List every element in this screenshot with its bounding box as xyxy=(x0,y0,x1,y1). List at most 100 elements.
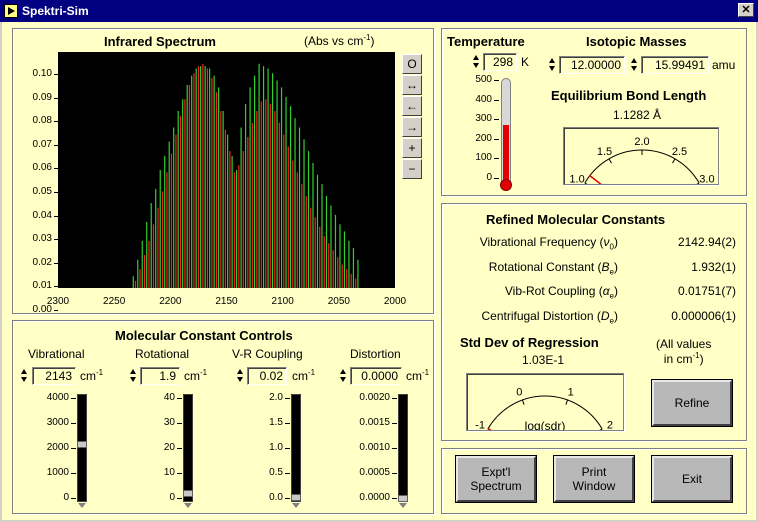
vr-coupling-scale-tick xyxy=(285,473,290,474)
y-tick-mark xyxy=(54,168,58,170)
stddev-label: Std Dev of Regression xyxy=(460,335,599,350)
scroll-right-tool[interactable]: → xyxy=(402,117,422,137)
distortion-input[interactable]: 0.0000 xyxy=(350,367,402,385)
rotational-slider[interactable] xyxy=(183,394,193,502)
vibrational-spinner[interactable] xyxy=(20,367,29,385)
y-tick-mark xyxy=(54,286,58,288)
distortion-scale-tick xyxy=(392,473,397,474)
pan-tool[interactable]: ↔ xyxy=(402,75,422,95)
refined-row-value: 2142.94(2) xyxy=(677,235,736,249)
vr-coupling-scale-tick xyxy=(285,398,290,399)
distortion-scale-label: 0.0010 xyxy=(359,442,390,453)
gauge-label: 2 xyxy=(607,420,613,431)
zoom-reset-tool[interactable]: O xyxy=(402,54,422,74)
mass2-spinner[interactable] xyxy=(630,56,639,74)
temperature-tick xyxy=(494,80,499,81)
vibrational-scale-tick xyxy=(71,473,76,474)
distortion-slider[interactable] xyxy=(398,394,408,502)
isotopes-label: Isotopic Masses xyxy=(586,34,687,49)
vr-coupling-scale-label: 1.0 xyxy=(269,442,283,453)
gauge-caption: log(sdr) xyxy=(525,419,566,430)
temperature-label: Temperature xyxy=(447,34,525,49)
vibrational-label: Vibrational xyxy=(28,347,85,361)
temperature-scale-label: 100 xyxy=(475,152,492,164)
gauge-label: 3.0 xyxy=(699,174,714,185)
refine-button[interactable]: Refine xyxy=(652,380,732,426)
zoom-in-tool[interactable]: + xyxy=(402,138,422,158)
app-icon xyxy=(4,4,18,18)
temperature-tick xyxy=(494,158,499,160)
vr-coupling-slider-arrow xyxy=(292,503,300,508)
vibrational-scale-tick xyxy=(71,448,76,449)
mass1-input[interactable]: 12.00000 xyxy=(559,56,625,74)
spectrum-units: (Abs vs cm-1) xyxy=(304,33,375,48)
rotational-input[interactable]: 1.9 xyxy=(140,367,180,385)
thermometer-fill xyxy=(503,124,509,185)
zoom-out-tool[interactable]: − xyxy=(402,159,422,179)
vibrational-slider-thumb[interactable] xyxy=(77,441,87,449)
refined-title: Refined Molecular Constants xyxy=(486,212,666,227)
vibrational-slider[interactable] xyxy=(77,394,87,502)
y-tick-mark xyxy=(54,192,58,193)
rotational-spinner[interactable] xyxy=(129,367,138,385)
vr-coupling-scale-label: 0.0 xyxy=(269,492,283,503)
gauge-label: -1 xyxy=(475,420,485,431)
distortion-scale-label: 0.0020 xyxy=(359,392,390,403)
temperature-input[interactable]: 298 xyxy=(483,53,517,71)
distortion-scale-label: 0.0000 xyxy=(359,492,390,503)
vibrational-input[interactable]: 2143 xyxy=(32,367,76,385)
distortion-scale-label: 0.0015 xyxy=(359,417,390,428)
main-window: Infrared Spectrum (Abs vs cm-1) 0.0 0 0.01… xyxy=(2,22,756,520)
distortion-slider-thumb[interactable] xyxy=(398,495,408,502)
refined-row-value: 0.000006(1) xyxy=(671,308,736,323)
y-tick-mark xyxy=(54,239,58,241)
vibrational-scale-label: 0 xyxy=(63,492,69,503)
temperature-scale-label: 400 xyxy=(475,93,492,105)
y-tick-mark xyxy=(54,97,58,99)
mass1-spinner[interactable] xyxy=(548,56,557,74)
bond-length-label: Equilibrium Bond Length xyxy=(551,88,707,103)
scroll-left-tool[interactable]: ← xyxy=(402,96,422,116)
vr-coupling-slider[interactable] xyxy=(291,394,301,502)
bond-length-meter: 1.0 1.5 2.0 2.5 3.0 xyxy=(563,127,719,186)
controls-title: Molecular Constant Controls xyxy=(115,328,293,343)
rotational-scale-tick xyxy=(177,473,182,474)
y-tick-label: 0.06 xyxy=(32,162,52,174)
print-window-button[interactable]: Print Window xyxy=(554,456,634,502)
spectrum-plot[interactable] xyxy=(58,52,395,288)
distortion-scale-label: 0.0005 xyxy=(359,467,390,478)
mass2-input[interactable]: 15.99491 xyxy=(641,56,709,74)
vr-coupling-input[interactable]: 0.02 xyxy=(247,367,287,385)
x-tick-label: 2150 xyxy=(215,296,238,307)
gauge-label: 2.0 xyxy=(634,136,649,148)
x-tick-label: 2100 xyxy=(271,296,294,307)
distortion-label: Distortion xyxy=(350,347,401,361)
gauge-needle xyxy=(589,175,602,185)
y-tick-label: 0.10 xyxy=(32,68,52,79)
close-button[interactable]: ✕ xyxy=(738,3,754,17)
vr-coupling-spinner[interactable] xyxy=(236,367,245,385)
rotational-label: Rotational xyxy=(135,347,190,361)
vr-coupling-scale-label: 0.5 xyxy=(269,467,283,478)
y-tick-label: 0.05 xyxy=(32,186,52,197)
x-tick-label: 2250 xyxy=(103,296,126,307)
gauge-label: 1.0 xyxy=(569,174,584,185)
gauge-tick xyxy=(672,158,676,164)
x-tick-label: 2050 xyxy=(327,296,350,307)
x-tick-label: 2300 xyxy=(46,296,70,307)
vibrational-slider-arrow xyxy=(78,503,86,508)
y-tick-mark xyxy=(54,310,58,311)
rotational-scale-label: 20 xyxy=(163,442,175,453)
vr-coupling-slider-thumb[interactable] xyxy=(291,494,301,501)
exit-button[interactable]: Exit xyxy=(652,456,732,502)
rotational-slider-thumb[interactable] xyxy=(183,490,193,498)
gauge-label: 1.5 xyxy=(597,146,612,158)
temperature-spinner[interactable] xyxy=(472,53,481,71)
expt-spectrum-button[interactable]: Expt'l Spectrum xyxy=(456,456,536,502)
temperature-scale-label: 0 xyxy=(486,172,492,183)
y-tick-label: 0.02 xyxy=(32,256,52,268)
mass-unit: amu xyxy=(712,58,736,72)
distortion-spinner[interactable] xyxy=(339,367,348,385)
y-tick-mark xyxy=(54,262,58,264)
distortion-scale-tick xyxy=(392,448,397,449)
